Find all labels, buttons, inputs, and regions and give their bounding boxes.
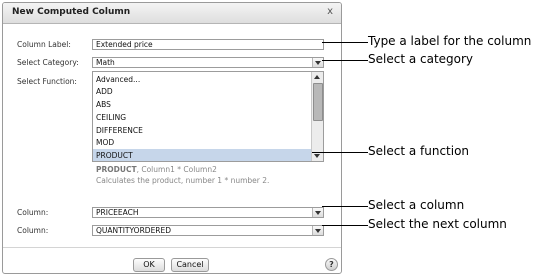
list-item-ceiling[interactable]: CEILING — [93, 111, 311, 124]
dialog-title: New Computed Column — [12, 7, 131, 17]
function-list-scrollbar[interactable] — [311, 72, 323, 161]
callout-next-column: Select the next column — [368, 217, 507, 231]
callout-label: Type a label for the column — [368, 34, 532, 48]
dialog-title-bar[interactable]: New Computed Column x — [3, 3, 341, 24]
chevron-down-icon[interactable] — [312, 226, 323, 235]
list-item-mod[interactable]: MOD — [93, 136, 311, 149]
scrollbar-thumb[interactable] — [313, 83, 323, 121]
column1-select-value: PRICEEACH — [96, 208, 139, 217]
ok-button[interactable]: OK — [133, 258, 165, 272]
column2-caption: Column: — [17, 226, 49, 235]
list-item-add[interactable]: ADD — [93, 85, 311, 98]
list-item-product[interactable]: PRODUCT — [93, 149, 311, 161]
column1-caption: Column: — [17, 208, 49, 217]
scroll-down-icon[interactable] — [314, 154, 320, 158]
close-icon[interactable]: x — [327, 6, 333, 17]
category-select[interactable]: Math — [92, 57, 324, 68]
list-item-abs[interactable]: ABS — [93, 98, 311, 111]
new-computed-column-dialog: New Computed Column x Column Label: Exte… — [2, 2, 342, 274]
callout-line-function — [312, 152, 368, 153]
chevron-down-icon[interactable] — [312, 208, 323, 217]
callout-category: Select a category — [368, 52, 474, 66]
function-args: , Column1 * Column2 — [136, 165, 217, 174]
column2-select[interactable]: QUANTITYORDERED — [92, 225, 324, 236]
function-name: PRODUCT — [96, 165, 137, 174]
column-label-input[interactable]: Extended price — [92, 39, 324, 50]
callout-column: Select a column — [368, 198, 465, 212]
column1-select[interactable]: PRICEEACH — [92, 207, 324, 218]
category-select-value: Math — [96, 58, 115, 67]
function-description: Calculates the product, number 1 * numbe… — [96, 176, 270, 185]
callout-line-label — [322, 42, 368, 43]
callout-line-column — [322, 206, 368, 207]
scroll-up-icon[interactable] — [314, 75, 320, 79]
select-function-caption: Select Function: — [17, 77, 77, 86]
help-icon[interactable]: ? — [325, 258, 338, 271]
function-signature: PRODUCT, Column1 * Column2 — [96, 165, 217, 174]
column2-select-value: QUANTITYORDERED — [96, 226, 172, 235]
footer-divider — [3, 247, 341, 248]
select-category-caption: Select Category: — [17, 58, 79, 67]
cancel-button[interactable]: Cancel — [171, 258, 209, 272]
column-label-caption: Column Label: — [17, 40, 71, 49]
function-listbox[interactable]: Advanced... ADD ABS CEILING DIFFERENCE M… — [92, 71, 324, 162]
callout-line-category — [322, 60, 368, 61]
callout-function: Select a function — [368, 144, 470, 158]
callout-line-next-column — [322, 225, 368, 226]
